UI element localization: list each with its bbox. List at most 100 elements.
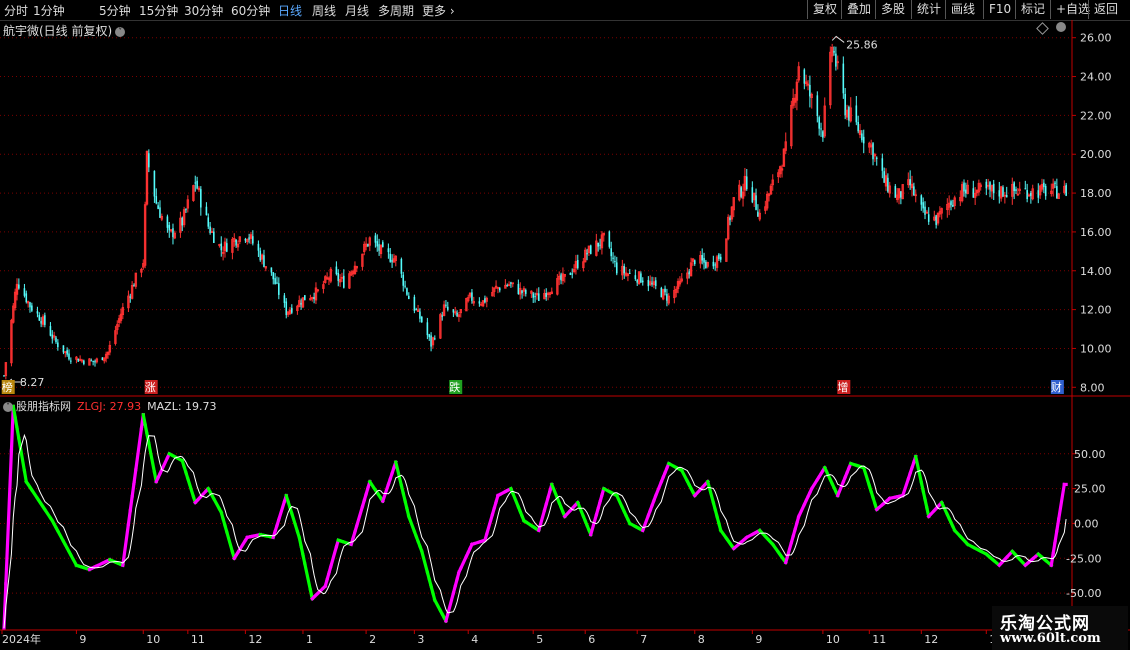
candle-body bbox=[816, 95, 819, 116]
candle-body bbox=[714, 264, 716, 266]
candle-body bbox=[989, 182, 991, 190]
zlgj-segment bbox=[588, 512, 599, 537]
candle-body bbox=[387, 248, 390, 253]
candle-body bbox=[623, 266, 626, 274]
zlgj-segment bbox=[510, 491, 521, 510]
zlgj-segment bbox=[1056, 482, 1067, 521]
candle-body bbox=[719, 256, 722, 260]
zlgj-segment bbox=[211, 496, 222, 512]
candle-body bbox=[205, 206, 208, 216]
zlgj-segment bbox=[328, 544, 339, 569]
candle-body bbox=[155, 196, 158, 204]
candle-body bbox=[278, 283, 280, 295]
candle-body bbox=[181, 217, 184, 226]
candle-body bbox=[1065, 184, 1067, 196]
candle-body bbox=[532, 293, 535, 298]
event-marker-label: 财 bbox=[1051, 380, 1062, 394]
price-tick-label: 24.00 bbox=[1080, 71, 1112, 84]
candle-body bbox=[57, 342, 59, 348]
candle-body bbox=[415, 309, 418, 311]
settings-circle-icon[interactable] bbox=[1056, 22, 1066, 32]
candle-body bbox=[757, 211, 759, 217]
candle-body bbox=[718, 254, 720, 259]
candle-body bbox=[172, 228, 174, 238]
price-tick-label: 22.00 bbox=[1080, 109, 1112, 122]
candle-body bbox=[612, 257, 614, 259]
zlgj-segment bbox=[536, 508, 547, 533]
zlgj-segment bbox=[121, 522, 131, 568]
candle-body bbox=[654, 280, 657, 286]
mazl-value: MAZL: 19.73 bbox=[147, 400, 217, 413]
candle-body bbox=[569, 273, 572, 275]
event-marker-label: 增 bbox=[837, 380, 848, 394]
candle-body bbox=[3, 375, 5, 377]
zlgj-segment bbox=[861, 465, 872, 488]
candle-body bbox=[404, 285, 406, 287]
candle-body bbox=[153, 170, 156, 197]
candle-body bbox=[935, 215, 937, 225]
indicator-dropdown-icon[interactable]: ˅ bbox=[3, 402, 13, 412]
candle-body bbox=[55, 337, 57, 343]
candle-body bbox=[220, 243, 223, 251]
candle-body bbox=[844, 93, 846, 116]
candle-body bbox=[1026, 190, 1028, 200]
candle-body bbox=[207, 217, 210, 227]
candle-body bbox=[1015, 189, 1017, 192]
candle-body bbox=[833, 50, 835, 53]
candle-body bbox=[599, 244, 601, 246]
x-tick-label: 8 bbox=[698, 633, 705, 646]
zlgj-segment bbox=[783, 540, 794, 565]
candle-body bbox=[647, 279, 650, 287]
candle-body bbox=[68, 353, 70, 360]
candle-body bbox=[257, 243, 260, 251]
candle-body bbox=[49, 326, 52, 336]
candle-body bbox=[506, 285, 509, 287]
candle-body bbox=[1002, 187, 1004, 197]
stock-title: 航宇微(日线 前复权) bbox=[3, 24, 113, 38]
candle-body bbox=[391, 259, 393, 263]
candle-body bbox=[378, 244, 380, 251]
candle-body bbox=[77, 358, 80, 362]
candle-body bbox=[194, 182, 197, 184]
candle-body bbox=[803, 69, 806, 84]
candle-body bbox=[446, 306, 449, 310]
candle-body bbox=[478, 301, 481, 304]
zlgj-segment bbox=[224, 530, 235, 554]
candle-body bbox=[927, 214, 930, 222]
candle-body bbox=[270, 267, 273, 273]
indicator-name: 股朋指标网 bbox=[16, 400, 71, 413]
candle-body bbox=[861, 133, 863, 141]
zlgj-segment bbox=[128, 495, 134, 513]
candle-body bbox=[25, 293, 28, 303]
zlgj-segment bbox=[1055, 517, 1061, 533]
candle-body bbox=[751, 187, 754, 203]
dropdown-circle-icon[interactable]: ˅ bbox=[115, 26, 126, 37]
candle-body bbox=[304, 295, 306, 301]
candle-body bbox=[66, 350, 68, 355]
x-tick-label: 11 bbox=[872, 633, 886, 646]
x-tick-label: 9 bbox=[79, 633, 86, 646]
candle-body bbox=[213, 231, 215, 243]
candle-body bbox=[1030, 192, 1032, 196]
candle-body bbox=[666, 293, 668, 301]
price-tick-label: 8.00 bbox=[1080, 381, 1105, 394]
candle-body bbox=[1013, 182, 1015, 192]
price-tick-label: 20.00 bbox=[1080, 148, 1112, 161]
candle-body bbox=[426, 322, 429, 336]
candle-body bbox=[576, 259, 579, 269]
x-tick-label: 6 bbox=[588, 633, 595, 646]
candle-body bbox=[920, 195, 923, 205]
candle-body bbox=[664, 288, 666, 293]
candle-body bbox=[406, 288, 408, 295]
candle-body bbox=[636, 279, 639, 283]
chart-canvas[interactable]: 25.868.27榜涨跌增财 26.0024.0022.0020.0018.00… bbox=[0, 0, 1130, 650]
candle-body bbox=[337, 272, 340, 281]
candle-body bbox=[922, 202, 924, 209]
candle-body bbox=[537, 293, 540, 301]
candle-body bbox=[586, 253, 588, 255]
event-marker-label: 榜 bbox=[2, 380, 13, 394]
candle-body bbox=[40, 320, 42, 324]
candle-body bbox=[209, 226, 211, 234]
event-marker-label: 跌 bbox=[449, 380, 460, 394]
candle-body bbox=[701, 255, 703, 261]
